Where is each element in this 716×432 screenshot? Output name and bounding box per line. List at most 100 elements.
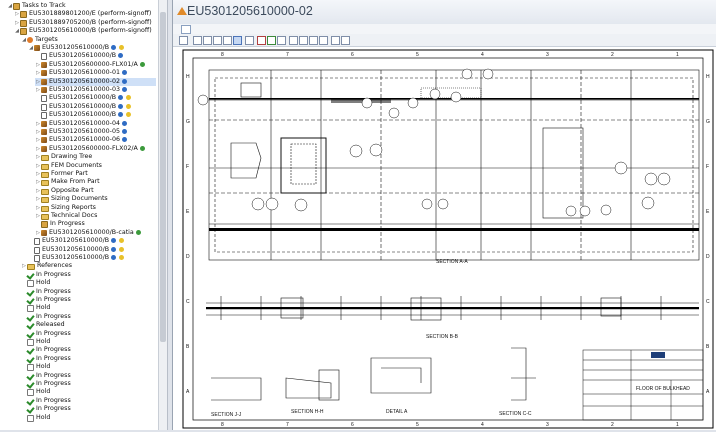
tree-item[interactable]: ▷ EU5301205610000-02: [35, 77, 156, 86]
tree-item[interactable]: In Progress: [21, 330, 156, 338]
tree-item[interactable]: EU5301205610000/B: [35, 94, 156, 103]
drawing-canvas[interactable]: 8877665544332211 HHGGFFEEDDCCBBAA SECTIO…: [181, 48, 716, 430]
folder-icon: [41, 214, 49, 220]
tree-item[interactable]: In Progress: [21, 372, 156, 380]
properties-icon[interactable]: [319, 36, 328, 45]
tree-item[interactable]: Hold: [21, 388, 156, 397]
tree-item[interactable]: Hold: [21, 279, 156, 288]
measure-icon[interactable]: [245, 36, 254, 45]
tree-item[interactable]: ▷ References: [21, 262, 156, 271]
doc-icon: [41, 112, 47, 120]
tree-item-label: In Progress: [36, 270, 71, 278]
tree-item[interactable]: EU5301205610000/B: [35, 111, 156, 120]
tree-item[interactable]: ▷ EU5301205610000-03: [35, 86, 156, 94]
part-icon: [34, 45, 40, 51]
tree-item[interactable]: ▷ EU5301205610000-01: [35, 69, 156, 77]
tree-item-label: EU5301205610000/B: [42, 237, 110, 245]
tree-scrollbar[interactable]: [158, 0, 167, 430]
check-icon: [27, 314, 34, 320]
section-j-label: SECTION J-J: [211, 412, 242, 418]
part-icon: [41, 129, 47, 135]
tree-item[interactable]: ▷ Sizing Documents: [35, 195, 156, 204]
part-icon: [41, 61, 47, 68]
tree-item[interactable]: In Progress: [21, 380, 156, 388]
doc-icon: [41, 95, 47, 103]
tree-item[interactable]: ▷ EU5301205600000-FLX01/A: [35, 61, 156, 69]
tree-item[interactable]: In Progress: [21, 405, 156, 413]
tree-item-label: In Progress: [36, 296, 71, 303]
markup-green-icon[interactable]: [267, 36, 276, 45]
folder-icon: [41, 172, 49, 178]
select-icon[interactable]: [193, 36, 202, 45]
section-h-label: SECTION H-H: [291, 409, 324, 415]
zoom-in-icon[interactable]: [223, 36, 232, 45]
hold-icon: [27, 414, 34, 422]
tree-item[interactable]: In Progress: [21, 296, 156, 304]
folder-icon: [41, 197, 49, 204]
tree-item[interactable]: ◢ Tasks to Track: [7, 2, 156, 10]
tree-item[interactable]: ▷ EU5301205610000-05: [35, 128, 156, 136]
next-page-icon[interactable]: [341, 36, 350, 45]
tree-item[interactable]: In Progress: [21, 397, 156, 405]
tree-item[interactable]: ▷ EU5301205610000/B-catia: [35, 229, 156, 237]
crosshair-icon[interactable]: [233, 36, 242, 45]
tree-item[interactable]: ◢ Targets: [21, 36, 156, 44]
tree-item[interactable]: ▷ Make From Part: [35, 178, 156, 187]
prev-page-icon[interactable]: [331, 36, 340, 45]
tree-item[interactable]: ▷ Sizing Reports: [35, 204, 156, 212]
folder-icon: [27, 264, 35, 271]
status-icon: [121, 87, 127, 92]
tree-item[interactable]: ◢ EU5301205610000/B: [28, 44, 156, 52]
tree-item[interactable]: In Progress: [21, 288, 156, 296]
tree-item[interactable]: Hold: [21, 414, 156, 422]
tree-item[interactable]: ▷ EU5301889705200/B (perform-signoff): [14, 19, 156, 27]
tree-item[interactable]: Hold: [21, 363, 156, 372]
tree-item[interactable]: ▷ EU5301205610000-04: [35, 120, 156, 128]
tree-item[interactable]: ▷ Drawing Tree: [35, 153, 156, 162]
part-icon: [41, 229, 47, 236]
tree-item[interactable]: ▷ Opposite Part: [35, 187, 156, 195]
tree-item[interactable]: EU5301205610000/B: [35, 103, 156, 111]
markup-red-icon[interactable]: [257, 36, 266, 45]
grid-column-label: 8: [221, 422, 224, 428]
status-icon: [119, 238, 125, 244]
tree-item[interactable]: EU5301205610000/B: [28, 246, 156, 254]
zoom-window-icon[interactable]: [213, 36, 222, 45]
tree-item-label: Hold: [36, 388, 51, 396]
tree-item[interactable]: Released: [21, 321, 156, 329]
folder-icon: [41, 205, 49, 212]
tree-item[interactable]: EU5301205610000/B: [28, 237, 156, 246]
tree-item[interactable]: Hold: [21, 338, 156, 346]
tree-item-label: Hold: [36, 363, 51, 371]
view-mode-icon[interactable]: [181, 25, 191, 34]
tree-item[interactable]: In Progress: [21, 313, 156, 321]
tree-item[interactable]: EU5301205610000/B: [35, 52, 156, 61]
tree-item[interactable]: In Progress: [21, 271, 156, 279]
grid-column-label: 7: [286, 422, 289, 428]
tree-item[interactable]: ▷ EU5301205600000-FLX02/A: [35, 145, 156, 153]
check-icon: [27, 347, 34, 353]
tree-item[interactable]: ▷ Technical Docs: [35, 212, 156, 220]
pan-icon[interactable]: [203, 36, 212, 45]
tree-item[interactable]: In Progress: [35, 220, 156, 229]
tree-item[interactable]: EU5301205610000/B: [28, 254, 156, 262]
tree-item[interactable]: ▷ FEM Documents: [35, 162, 156, 170]
tree-item-label: EU5301205610000/B: [49, 111, 117, 119]
rotate-icon[interactable]: [277, 36, 286, 45]
tree-item[interactable]: ◢ EU5301205610000/B (perform-signoff): [14, 27, 156, 36]
fit-page-icon[interactable]: [179, 36, 188, 45]
tree-item[interactable]: In Progress: [21, 346, 156, 354]
tree-item[interactable]: ▷ EU5301205610000-06: [35, 136, 156, 144]
layers-icon[interactable]: [309, 36, 318, 45]
status-icon: [111, 238, 117, 244]
compare-icon[interactable]: [299, 36, 308, 45]
tree-item[interactable]: ▷ Former Part: [35, 170, 156, 178]
tree-item[interactable]: In Progress: [21, 355, 156, 363]
tree-item[interactable]: ▷ EU5301889801200/E (perform-signoff): [14, 10, 156, 19]
part-icon: [41, 120, 47, 127]
status-icon: [111, 45, 117, 50]
tree-scrollbar-thumb[interactable]: [160, 12, 166, 342]
section-c-label: SECTION C-C: [499, 411, 532, 417]
tree-item[interactable]: Hold: [21, 304, 156, 313]
print-icon[interactable]: [289, 36, 298, 45]
